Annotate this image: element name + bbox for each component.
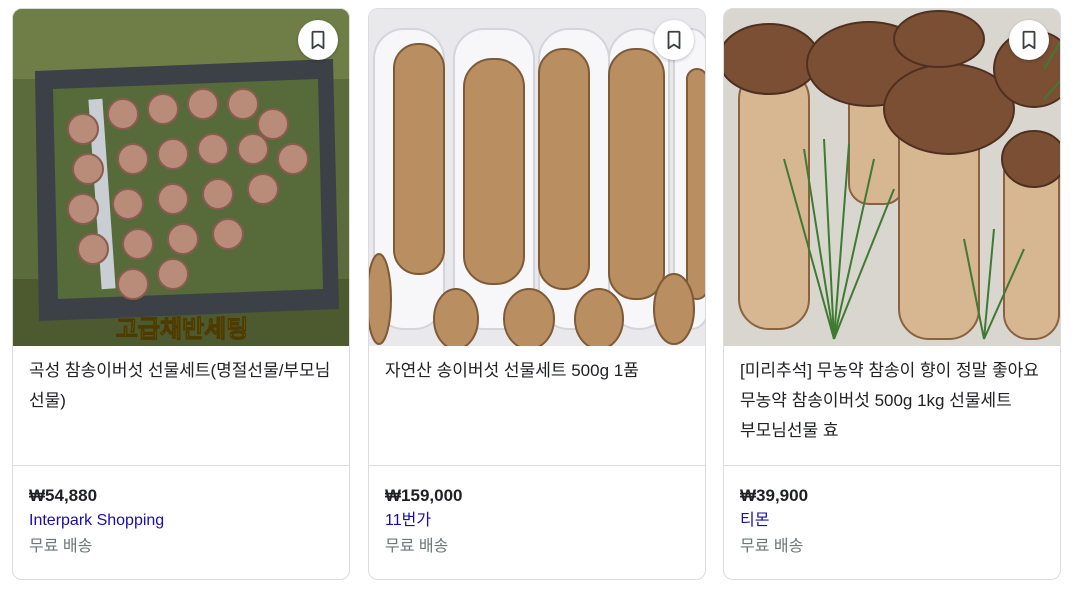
product-card[interactable]: 자연산 송이버섯 선물세트 500g 1품 ₩159,000 11번가 무료 배… (368, 8, 706, 580)
seller-link[interactable]: 11번가 (385, 508, 431, 534)
bookmark-icon (667, 30, 681, 50)
product-price: ₩54,880 (29, 486, 98, 505)
product-info: ₩159,000 11번가 무료 배송 (369, 466, 705, 560)
shipping-info: 무료 배송 (29, 538, 93, 555)
product-card[interactable]: 고급채반세팅 곡성 참송이버섯 선물세트(명절선물/부모님 선물) ₩54,88… (12, 8, 350, 580)
pine-mushroom-tray-image (369, 9, 705, 346)
product-price: ₩39,900 (740, 486, 809, 505)
mushroom-gift-box-image: 고급채반세팅 (13, 9, 349, 346)
product-title[interactable]: [미리추석] 무농약 참송이 향이 정말 좋아요 무농약 참송이버섯 500g … (740, 356, 1044, 446)
product-price: ₩159,000 (385, 486, 463, 505)
product-grid: 고급채반세팅 곡성 참송이버섯 선물세트(명절선물/부모님 선물) ₩54,88… (0, 0, 1076, 589)
shipping-info: 무료 배송 (740, 538, 804, 555)
mushroom-pine-needles-image (724, 9, 1060, 346)
product-image[interactable] (369, 9, 705, 346)
product-image[interactable]: 고급채반세팅 (13, 9, 349, 346)
product-title[interactable]: 곡성 참송이버섯 선물세트(명절선물/부모님 선물) (29, 356, 333, 416)
product-info: ₩54,880 Interpark Shopping 무료 배송 (13, 466, 349, 560)
product-info: ₩39,900 티몬 무료 배송 (724, 466, 1060, 560)
bookmark-button[interactable] (1009, 20, 1049, 60)
bookmark-icon (311, 30, 325, 50)
seller-link[interactable]: 티몬 (740, 508, 769, 534)
bookmark-button[interactable] (298, 20, 338, 60)
title-area: [미리추석] 무농약 참송이 향이 정말 좋아요 무농약 참송이버섯 500g … (724, 346, 1060, 466)
image-caption: 고급채반세팅 (116, 315, 248, 343)
product-title[interactable]: 자연산 송이버섯 선물세트 500g 1품 (385, 356, 689, 386)
bookmark-icon (1022, 30, 1036, 50)
title-area: 자연산 송이버섯 선물세트 500g 1품 (369, 346, 705, 466)
bookmark-button[interactable] (654, 20, 694, 60)
product-image[interactable] (724, 9, 1060, 346)
product-card[interactable]: [미리추석] 무농약 참송이 향이 정말 좋아요 무농약 참송이버섯 500g … (723, 8, 1061, 580)
shipping-info: 무료 배송 (385, 538, 449, 555)
title-area: 곡성 참송이버섯 선물세트(명절선물/부모님 선물) (13, 346, 349, 466)
seller-link[interactable]: Interpark Shopping (29, 508, 164, 534)
